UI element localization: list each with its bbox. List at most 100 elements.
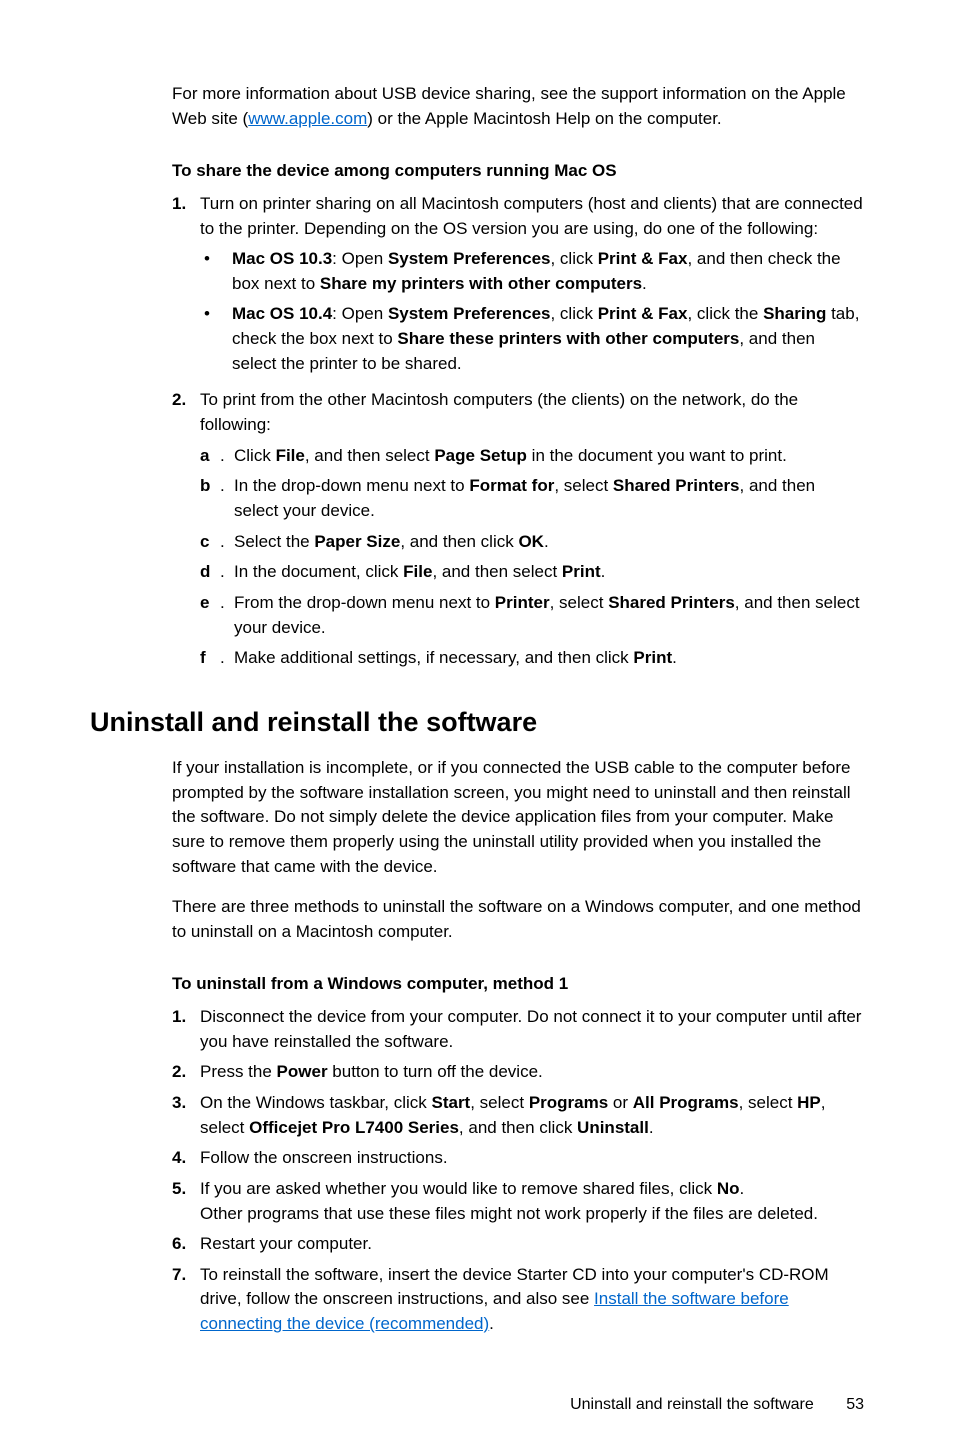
list-item: 1.Disconnect the device from your comput…: [172, 1005, 864, 1054]
text: To print from the other Macintosh comput…: [200, 390, 798, 434]
dot: .: [220, 444, 234, 469]
text: Page Setup: [434, 446, 527, 465]
text: or: [608, 1093, 633, 1112]
text: In the drop-down menu next to: [234, 476, 469, 495]
list-item: c.Select the Paper Size, and then click …: [200, 530, 864, 555]
list-item: e.From the drop-down menu next to Printe…: [200, 591, 864, 640]
body: Select the Paper Size, and then click OK…: [234, 530, 864, 555]
text: , and then select: [432, 562, 561, 581]
step-body: Turn on printer sharing on all Macintosh…: [200, 192, 864, 382]
text: Press the: [200, 1062, 277, 1081]
dot: .: [220, 591, 234, 640]
bullet-icon: •: [200, 247, 232, 296]
text: System Preferences: [388, 249, 551, 268]
text: , and then click: [459, 1118, 577, 1137]
uninstall-steps: 1.Disconnect the device from your comput…: [172, 1005, 864, 1337]
text: , and then click: [400, 532, 518, 551]
text: File: [403, 562, 432, 581]
list-item: 6.Restart your computer.: [172, 1232, 864, 1257]
text: , select: [550, 593, 609, 612]
share-steps: 1. Turn on printer sharing on all Macint…: [172, 192, 864, 677]
text: in the document you want to print.: [527, 446, 787, 465]
text: Uninstall: [577, 1118, 649, 1137]
text: .: [740, 1179, 745, 1198]
text: If you are asked whether you would like …: [200, 1179, 717, 1198]
body: Make additional settings, if necessary, …: [234, 646, 864, 671]
body: Disconnect the device from your computer…: [200, 1005, 864, 1054]
footer-text: Uninstall and reinstall the software: [570, 1396, 814, 1413]
uninstall-p1: If your installation is incomplete, or i…: [172, 756, 864, 879]
text: , click the: [687, 304, 763, 323]
list-item: 2.Press the Power button to turn off the…: [172, 1060, 864, 1085]
intro-paragraph: For more information about USB device sh…: [172, 82, 864, 131]
list-item: 3.On the Windows taskbar, click Start, s…: [172, 1091, 864, 1140]
text: All Programs: [633, 1093, 739, 1112]
text: Turn on printer sharing on all Macintosh…: [200, 194, 863, 238]
text: On the Windows taskbar, click: [200, 1093, 431, 1112]
body: In the drop-down menu next to Format for…: [234, 474, 864, 523]
text: Sharing: [763, 304, 826, 323]
text: Print: [633, 648, 672, 667]
text: .: [649, 1118, 654, 1137]
list-item: f.Make additional settings, if necessary…: [200, 646, 864, 671]
text: Shared Printers: [613, 476, 740, 495]
list-item: 5.If you are asked whether you would lik…: [172, 1177, 864, 1226]
text: .: [601, 562, 606, 581]
text: , click: [550, 249, 597, 268]
step-letter: f: [200, 646, 220, 671]
text: Shared Printers: [608, 593, 735, 612]
step-number: 1.: [172, 192, 200, 382]
apple-link[interactable]: www.apple.com: [248, 109, 367, 128]
text: File: [276, 446, 305, 465]
text: Mac OS 10.4: [232, 304, 332, 323]
text: Paper Size: [314, 532, 400, 551]
text: : Open: [332, 304, 388, 323]
text: Power: [277, 1062, 328, 1081]
text: , click: [550, 304, 597, 323]
step-letter: b: [200, 474, 220, 523]
body: On the Windows taskbar, click Start, sel…: [200, 1091, 864, 1140]
uninstall-heading: Uninstall and reinstall the software: [90, 703, 864, 742]
text: : Open: [332, 249, 388, 268]
body: Press the Power button to turn off the d…: [200, 1060, 864, 1085]
text: Make additional settings, if necessary, …: [234, 648, 633, 667]
step-number: 5.: [172, 1177, 200, 1226]
body: Follow the onscreen instructions.: [200, 1146, 864, 1171]
text: HP: [797, 1093, 821, 1112]
page-footer: Uninstall and reinstall the software 53: [90, 1393, 864, 1416]
uninstall-method1-heading: To uninstall from a Windows computer, me…: [172, 972, 864, 997]
text: Start: [431, 1093, 470, 1112]
share-heading: To share the device among computers runn…: [172, 159, 864, 184]
text: , select: [470, 1093, 529, 1112]
os-bullets: • Mac OS 10.3: Open System Preferences, …: [200, 247, 864, 376]
text: Share my printers with other computers: [320, 274, 642, 293]
text: OK: [518, 532, 544, 551]
step-letter: e: [200, 591, 220, 640]
text: Programs: [529, 1093, 608, 1112]
text: , select: [554, 476, 613, 495]
text: From the drop-down menu next to: [234, 593, 495, 612]
text: Officejet Pro L7400 Series: [249, 1118, 459, 1137]
list-item: b.In the drop-down menu next to Format f…: [200, 474, 864, 523]
text: Format for: [469, 476, 554, 495]
text: Print: [562, 562, 601, 581]
body: Click File, and then select Page Setup i…: [234, 444, 864, 469]
bullet-body: Mac OS 10.4: Open System Preferences, cl…: [232, 302, 864, 376]
step-body: To print from the other Macintosh comput…: [200, 388, 864, 676]
dot: .: [220, 474, 234, 523]
step-number: 2.: [172, 1060, 200, 1085]
body: If you are asked whether you would like …: [200, 1177, 864, 1226]
list-item: 4.Follow the onscreen instructions.: [172, 1146, 864, 1171]
step-number: 1.: [172, 1005, 200, 1054]
text: Click: [234, 446, 276, 465]
body: From the drop-down menu next to Printer,…: [234, 591, 864, 640]
step-number: 4.: [172, 1146, 200, 1171]
text: , select: [739, 1093, 798, 1112]
text: , and then select: [305, 446, 434, 465]
text: Select the: [234, 532, 314, 551]
text: Print & Fax: [598, 249, 688, 268]
step-number: 6.: [172, 1232, 200, 1257]
list-item: 1. Turn on printer sharing on all Macint…: [172, 192, 864, 382]
step-number: 2.: [172, 388, 200, 676]
text: No: [717, 1179, 740, 1198]
